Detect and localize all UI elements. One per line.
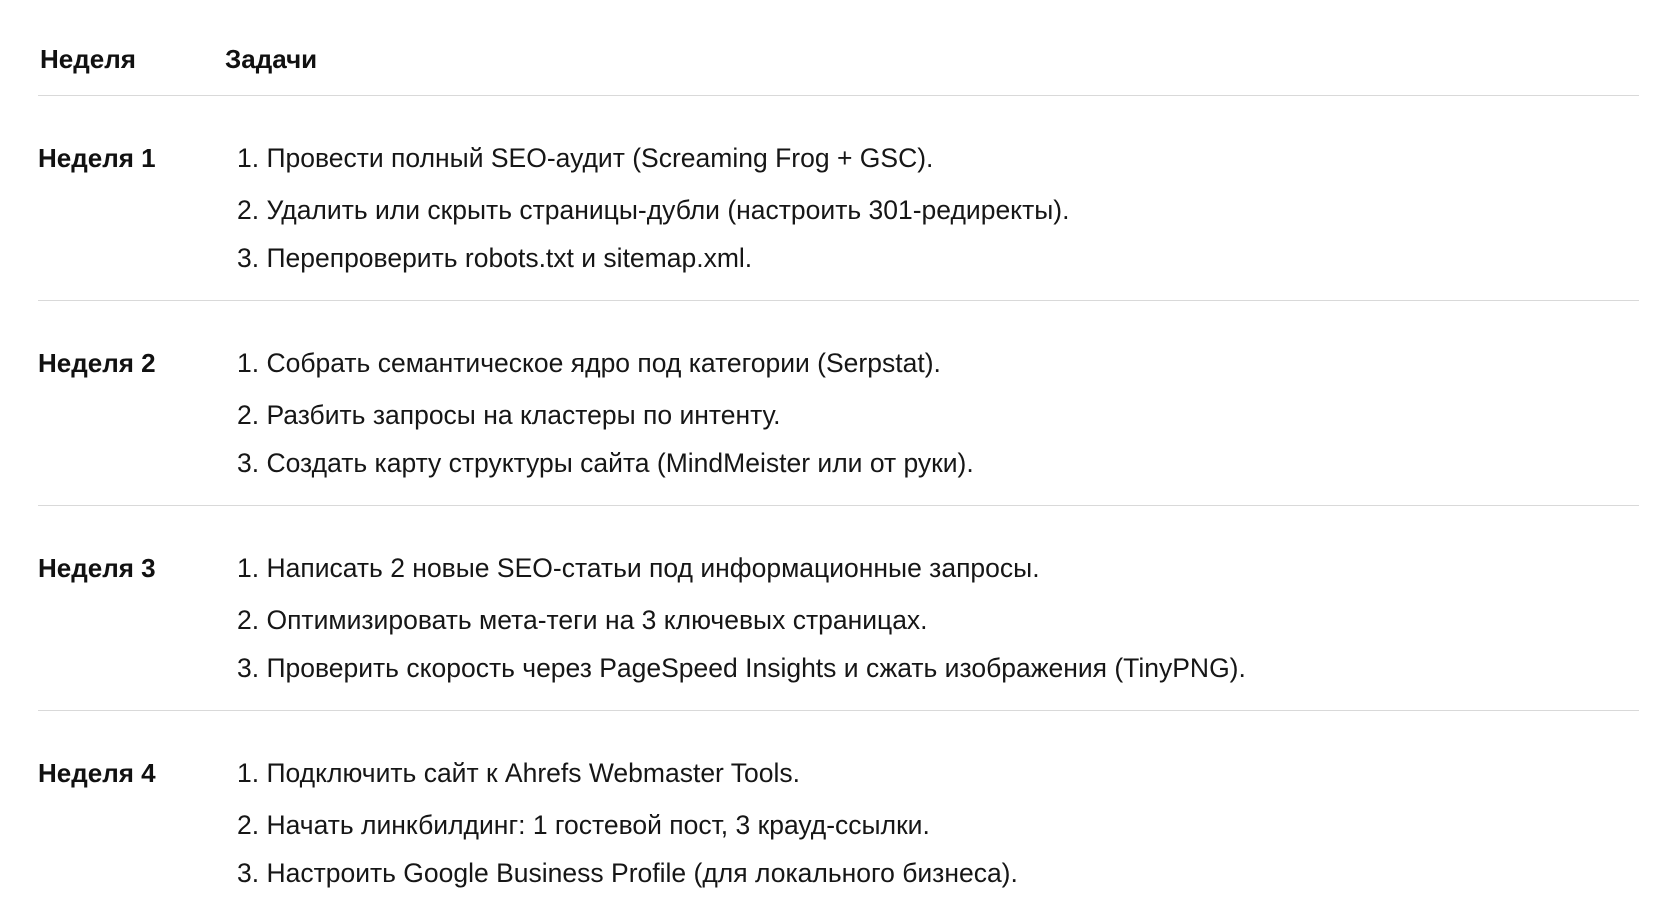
task-item: 2. Удалить или скрыть страницы-дубли (на… <box>237 195 1070 225</box>
column-header-week: Неделя <box>40 44 136 74</box>
task-list: 1. Собрать семантическое ядро под катего… <box>237 301 974 487</box>
column-header-tasks: Задачи <box>225 44 318 74</box>
table-header-row: Неделя Задачи <box>38 24 1639 96</box>
table-row: Неделя 3 1. Написать 2 новые SEO-статьи … <box>38 506 1639 711</box>
week-label: Неделя 4 <box>38 758 156 788</box>
table-row: Неделя 1 1. Провести полный SEO-аудит (S… <box>38 96 1639 301</box>
task-item: 1. Написать 2 новые SEO-статьи под инфор… <box>237 553 1040 583</box>
task-list: 1. Подключить сайт к Ahrefs Webmaster To… <box>237 711 1018 897</box>
task-item: 2. Оптимизировать мета-теги на 3 ключевы… <box>237 605 928 635</box>
weekly-plan-table: Неделя Задачи Неделя 1 1. Провести полны… <box>38 24 1639 916</box>
task-item: 1. Провести полный SEO-аудит (Screaming … <box>237 143 934 173</box>
task-item: 3. Настроить Google Business Profile (дл… <box>237 858 1018 888</box>
table-row: Неделя 2 1. Собрать семантическое ядро п… <box>38 301 1639 506</box>
task-item: 3. Проверить скорость через PageSpeed In… <box>237 653 1246 683</box>
task-list: 1. Написать 2 новые SEO-статьи под инфор… <box>237 506 1246 692</box>
page: Неделя Задачи Неделя 1 1. Провести полны… <box>0 0 1678 924</box>
week-label: Неделя 1 <box>38 143 156 173</box>
task-item: 2. Разбить запросы на кластеры по интент… <box>237 400 781 430</box>
task-item: 3. Создать карту структуры сайта (MindMe… <box>237 448 974 478</box>
week-label: Неделя 2 <box>38 348 156 378</box>
task-item: 1. Собрать семантическое ядро под катего… <box>237 348 941 378</box>
table-row: Неделя 4 1. Подключить сайт к Ahrefs Web… <box>38 711 1639 916</box>
task-item: 3. Перепроверить robots.txt и sitemap.xm… <box>237 243 753 273</box>
task-list: 1. Провести полный SEO-аудит (Screaming … <box>237 96 1069 282</box>
week-label: Неделя 3 <box>38 553 156 583</box>
task-item: 2. Начать линкбилдинг: 1 гостевой пост, … <box>237 810 930 840</box>
task-item: 1. Подключить сайт к Ahrefs Webmaster To… <box>237 758 800 788</box>
